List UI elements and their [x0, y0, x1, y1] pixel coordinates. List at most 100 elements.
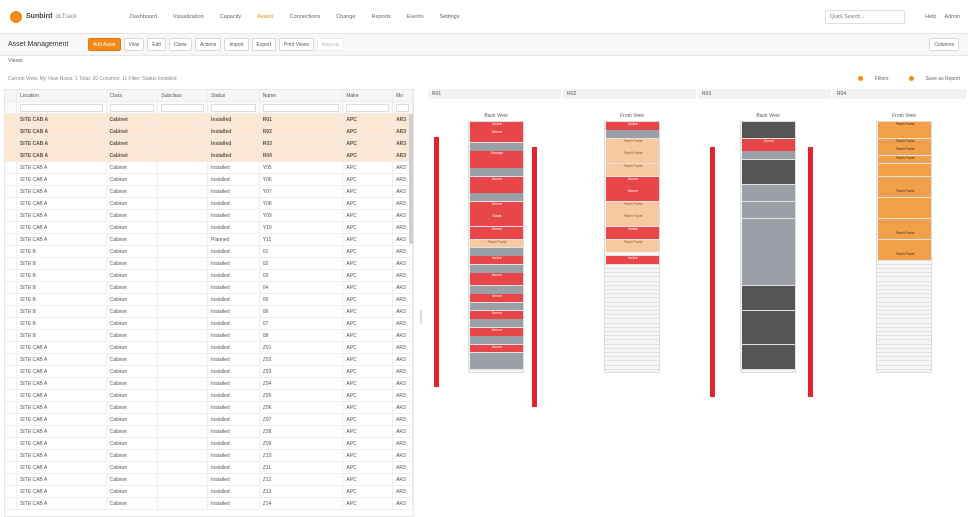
col-header-status[interactable]: Status: [208, 90, 260, 101]
row-checkbox[interactable]: [5, 474, 17, 485]
rack-device[interactable]: Patch Panel: [878, 122, 931, 130]
views-toggle[interactable]: Views: [8, 58, 23, 64]
rack-device[interactable]: [878, 176, 931, 189]
rack-device[interactable]: Switch: [606, 122, 659, 130]
panel-splitter[interactable]: [420, 310, 422, 324]
table-row[interactable]: SITE CAB A Cabinet Installed Z05 APC AR3: [5, 390, 413, 402]
col-header-model[interactable]: Mo: [393, 90, 413, 101]
table-row[interactable]: SITE CAB A Cabinet Installed Z14 APC AR3: [5, 498, 413, 510]
nav-reports[interactable]: Reports: [371, 14, 390, 20]
pdu-strip[interactable]: [532, 147, 537, 407]
rack-device[interactable]: [878, 239, 931, 252]
rack-device[interactable]: Server: [470, 176, 523, 193]
quick-search-input[interactable]: [825, 10, 906, 24]
clone-button[interactable]: Clone: [168, 38, 192, 51]
table-row[interactable]: SITE CAB A Cabinet Installed Z11 APC AR3: [5, 462, 413, 474]
nav-capacity[interactable]: Capacity: [220, 14, 241, 20]
pdu-strip[interactable]: [808, 147, 813, 397]
rack-device[interactable]: [742, 285, 795, 311]
row-checkbox[interactable]: [5, 378, 17, 389]
rack-header-r04[interactable]: R04: [833, 89, 968, 99]
rack-device[interactable]: Server: [470, 311, 523, 319]
rack-device[interactable]: Patch Panel: [878, 252, 931, 260]
table-row[interactable]: SITE CAB A Cabinet Installed Y10 APC AR3: [5, 222, 413, 234]
row-checkbox[interactable]: [5, 366, 17, 377]
row-checkbox[interactable]: [5, 126, 17, 137]
rack-device[interactable]: [878, 197, 931, 210]
rack-device[interactable]: [470, 168, 523, 176]
rack-device[interactable]: [742, 122, 795, 139]
rack-device[interactable]: Switch: [470, 256, 523, 265]
rack-device[interactable]: [742, 201, 795, 218]
rack-device[interactable]: [878, 130, 931, 139]
table-row[interactable]: SITE B Cabinet Installed 01 APC AR3: [5, 246, 413, 258]
rack-device[interactable]: [878, 164, 931, 176]
row-checkbox[interactable]: [5, 498, 17, 509]
row-checkbox[interactable]: [5, 318, 17, 329]
rack-device[interactable]: Patch Panel: [878, 138, 931, 147]
rack-device[interactable]: Server: [470, 294, 523, 302]
class-filter-input[interactable]: [109, 104, 155, 112]
col-header-make[interactable]: Make: [343, 90, 394, 101]
name-filter-input[interactable]: [262, 104, 340, 112]
pdu-strip[interactable]: [434, 137, 439, 387]
table-row[interactable]: SITE CAB A Cabinet Installed Z01 APC AR3: [5, 342, 413, 354]
col-header-location[interactable]: Location: [17, 90, 107, 101]
table-row[interactable]: SITE B Cabinet Installed 04 APC AR3: [5, 282, 413, 294]
table-row[interactable]: SITE CAB A Cabinet Installed Y05 APC AR3: [5, 162, 413, 174]
rack-device[interactable]: Patch Panel: [606, 201, 659, 214]
rack-device[interactable]: [742, 151, 795, 160]
row-checkbox[interactable]: [5, 306, 17, 317]
row-checkbox[interactable]: [5, 438, 17, 449]
row-checkbox[interactable]: [5, 414, 17, 425]
rack-device[interactable]: Patch Panel: [878, 189, 931, 197]
table-row[interactable]: SITE CAB A Cabinet Installed Z06 APC AR3: [5, 402, 413, 414]
rack-device[interactable]: Patch Panel: [878, 155, 931, 164]
table-row[interactable]: SITE CAB A Cabinet Installed Y07 APC AR3: [5, 186, 413, 198]
table-row[interactable]: SITE B Cabinet Installed 06 APC AR3: [5, 306, 413, 318]
grid-scrollbar[interactable]: [409, 114, 413, 244]
rack-device[interactable]: Server: [470, 130, 523, 143]
rack-device[interactable]: Patch Panel: [470, 239, 523, 248]
rack-device[interactable]: [470, 264, 523, 273]
model-filter[interactable]: [393, 102, 413, 113]
name-filter[interactable]: [260, 102, 344, 113]
row-checkbox[interactable]: [5, 402, 17, 413]
table-row[interactable]: SITE CAB A Cabinet Installed Z07 APC AR3: [5, 414, 413, 426]
row-checkbox[interactable]: [5, 174, 17, 185]
table-row[interactable]: SITE CAB A Cabinet Installed Z04 APC AR3: [5, 378, 413, 390]
rack-device[interactable]: [878, 210, 931, 218]
nav-change[interactable]: Change: [336, 14, 355, 20]
rack-device[interactable]: Patch Panel: [606, 214, 659, 227]
import-button[interactable]: Import: [224, 38, 249, 51]
row-checkbox[interactable]: [5, 246, 17, 257]
row-checkbox[interactable]: [5, 486, 17, 497]
rack-device[interactable]: Switch: [470, 122, 523, 130]
rack-device[interactable]: [742, 218, 795, 286]
table-row[interactable]: SITE CAB A Cabinet Installed R01 APC AR3: [5, 114, 413, 126]
col-header-name[interactable]: Name: [260, 90, 344, 101]
app-logo[interactable]: Sunbird dcTrack: [10, 10, 105, 23]
col-header-subclass[interactable]: Subclass: [158, 90, 208, 101]
filters-link[interactable]: Filters: [848, 76, 889, 82]
table-row[interactable]: SITE CAB A Cabinet Installed Z02 APC AR3: [5, 354, 413, 366]
class-filter[interactable]: [107, 102, 159, 113]
table-row[interactable]: SITE CAB A Cabinet Installed R04 APC AR3: [5, 150, 413, 162]
rack-device[interactable]: [470, 248, 523, 256]
row-checkbox[interactable]: [5, 198, 17, 209]
rack-device[interactable]: [470, 319, 523, 328]
nav-settings[interactable]: Settings: [440, 14, 460, 20]
table-row[interactable]: SITE CAB A Cabinet Installed Y08 APC AR3: [5, 198, 413, 210]
table-row[interactable]: SITE B Cabinet Installed 02 APC AR3: [5, 258, 413, 270]
rack-device[interactable]: [878, 218, 931, 231]
print-views-button[interactable]: Print Views: [279, 38, 314, 51]
row-checkbox[interactable]: [5, 114, 17, 125]
nav-dashboard[interactable]: Dashboard: [130, 14, 157, 20]
table-row[interactable]: SITE B Cabinet Installed 08 APC AR3: [5, 330, 413, 342]
rack-device[interactable]: [742, 159, 795, 168]
rack-device[interactable]: [606, 130, 659, 139]
rack-device[interactable]: Switch: [606, 227, 659, 239]
row-checkbox[interactable]: [5, 342, 17, 353]
rack-header-r02[interactable]: R02: [563, 89, 698, 99]
rack-device[interactable]: Server: [470, 201, 523, 214]
